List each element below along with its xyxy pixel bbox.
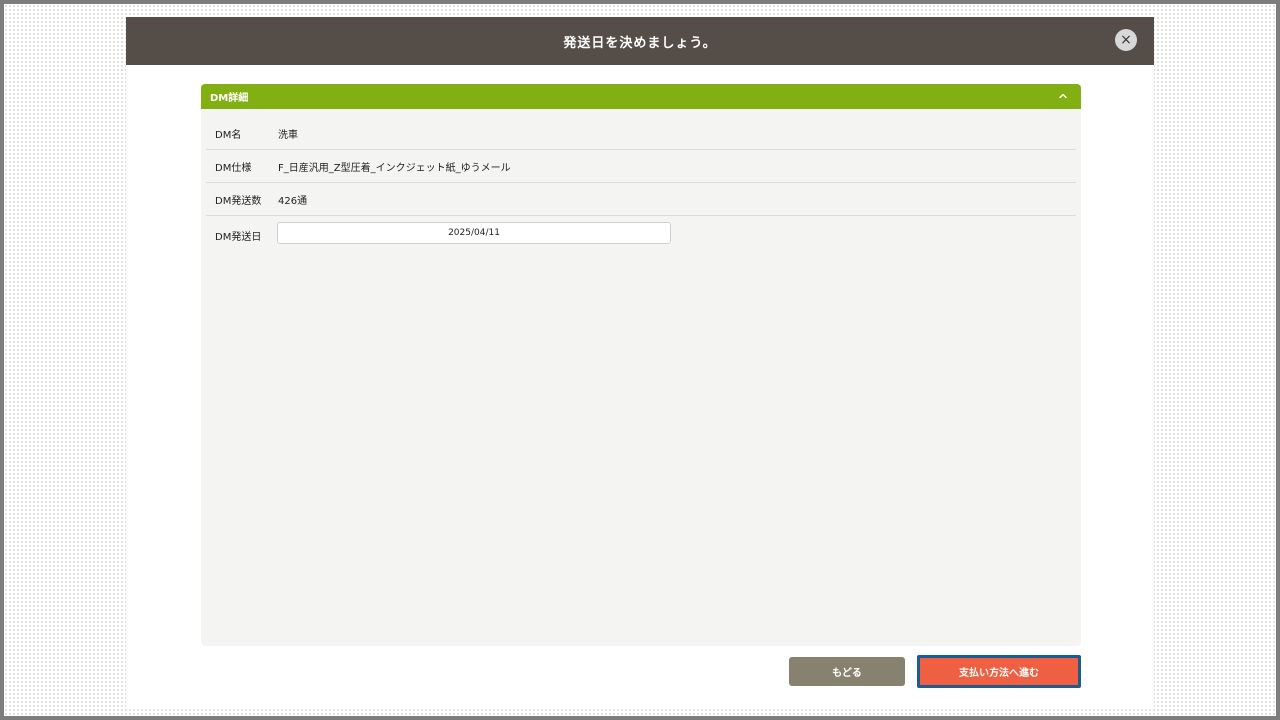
dm-count-row: DM発送数 426通 — [206, 183, 1076, 216]
dm-name-row: DM名 洗車 — [206, 117, 1076, 150]
dm-name-label: DM名 — [215, 129, 242, 141]
dm-name-value: 洗車 — [278, 129, 298, 141]
dm-count-label: DM発送数 — [215, 195, 262, 207]
back-button[interactable]: もどる — [789, 657, 905, 686]
proceed-to-payment-button[interactable]: 支払い方法へ進む — [917, 655, 1081, 688]
dm-spec-row: DM仕様 F_日産汎用_Z型圧着_インクジェット紙_ゆうメール — [206, 150, 1076, 183]
chevron-up-icon — [1059, 93, 1067, 99]
ship-date-modal: 発送日を決めましょう。 × DM詳細 DM名 洗車 DM仕様 F_日産汎用_Z型… — [126, 17, 1154, 707]
modal-header: 発送日を決めましょう。 × — [126, 17, 1154, 65]
dm-count-value: 426通 — [278, 195, 308, 207]
dm-details-panel-header[interactable]: DM詳細 — [201, 84, 1081, 109]
dm-spec-value: F_日産汎用_Z型圧着_インクジェット紙_ゆうメール — [278, 162, 511, 174]
dm-details-panel: DM詳細 DM名 洗車 DM仕様 F_日産汎用_Z型圧着_インクジェット紙_ゆう… — [201, 84, 1081, 646]
modal-title: 発送日を決めましょう。 — [563, 35, 717, 51]
dm-ship-date-row: DM発送日 — [206, 217, 1076, 253]
dm-details-panel-title: DM詳細 — [210, 93, 249, 104]
dm-spec-label: DM仕様 — [215, 162, 252, 174]
proceed-to-payment-label: 支払い方法へ進む — [920, 658, 1078, 685]
dm-ship-date-label: DM発送日 — [215, 232, 262, 243]
dm-ship-date-input[interactable] — [277, 222, 671, 244]
close-button[interactable]: × — [1115, 29, 1137, 51]
close-icon: × — [1120, 32, 1132, 48]
